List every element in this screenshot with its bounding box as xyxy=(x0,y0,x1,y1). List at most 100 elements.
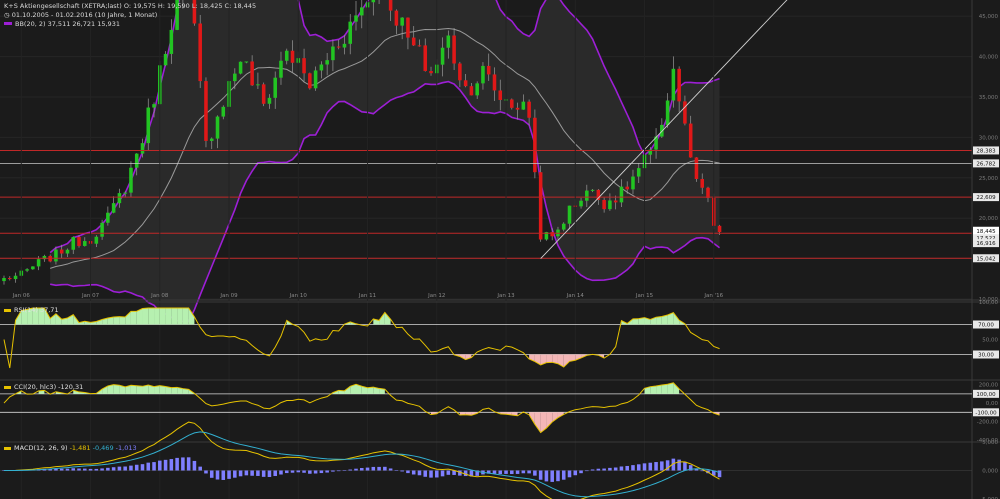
macd-hist-bar-38 xyxy=(221,470,226,480)
rsi-level-tag-1: 30,00 xyxy=(978,353,994,359)
candle-body-23 xyxy=(134,153,139,168)
candle-body-52 xyxy=(302,58,306,74)
macd-hist-bar-96 xyxy=(556,470,560,482)
macd-hist-bar-88 xyxy=(510,470,514,475)
macd-hist-bar-39 xyxy=(227,470,231,479)
candle-body-28 xyxy=(163,53,168,66)
candle-body-79 xyxy=(458,63,462,81)
candle-body-34 xyxy=(198,23,202,82)
macd-hist-bar-35 xyxy=(204,470,208,474)
candle-body-106 xyxy=(613,200,618,203)
candle-body-49 xyxy=(284,50,289,61)
macd-value-3: -1,013 xyxy=(115,444,137,452)
macd-hist-bar-47 xyxy=(273,470,277,477)
macd-hist-bar-60 xyxy=(348,469,353,471)
rsi-fill-pos-21 xyxy=(119,316,126,325)
rsi-fill-pos-23 xyxy=(130,311,137,325)
candle-body-45 xyxy=(261,84,266,104)
macd-hist-bar-46 xyxy=(267,470,272,478)
macd-hist-bar-19 xyxy=(111,467,116,471)
macd-hist-bar-29 xyxy=(169,459,174,471)
macd-hist-bar-24 xyxy=(140,464,145,471)
chart-title-line: K+S Aktiengesellschaft (XETRA;last) O: 1… xyxy=(4,2,256,11)
candle-body-41 xyxy=(238,61,243,74)
macd-hist-bar-53 xyxy=(308,470,312,474)
cci-legend: CCI(20, hlc3) -120,31 xyxy=(4,383,83,391)
candle-body-16 xyxy=(94,236,99,244)
candle-body-121 xyxy=(700,178,705,188)
time-tick-jan-09: Jan 09 xyxy=(219,293,238,299)
candle-body-44 xyxy=(256,84,260,86)
candle-body-98 xyxy=(567,205,572,224)
macd-hist-bar-86 xyxy=(498,470,503,475)
candle-body-77 xyxy=(446,35,451,48)
candle-body-62 xyxy=(359,7,364,16)
macd-hist-bar-74 xyxy=(429,470,433,478)
candle-body-107 xyxy=(619,186,624,203)
candle-body-4 xyxy=(25,269,29,271)
macd-hist-bar-104 xyxy=(602,468,606,471)
rsi-label: RSI(14) 37,71 xyxy=(14,306,59,314)
cci-fill-pos-23 xyxy=(130,385,137,394)
macd-hist-bar-102 xyxy=(590,469,595,471)
candle-body-92 xyxy=(533,117,537,173)
macd-hist-bar-89 xyxy=(515,470,520,474)
price-tick-25-000: 25,000 xyxy=(979,176,999,182)
macd-hist-bar-92 xyxy=(533,470,537,476)
candle-body-35 xyxy=(204,81,208,141)
price-tick-35-000: 35,000 xyxy=(979,95,999,101)
macd-hist-bar-70 xyxy=(406,470,410,474)
candle-body-115 xyxy=(665,100,670,125)
macd-hist-bar-37 xyxy=(215,470,220,480)
candle-body-80 xyxy=(463,80,468,87)
macd-hist-bar-52 xyxy=(302,470,306,473)
candle-body-42 xyxy=(244,61,249,63)
macd-value-2: -0,469 xyxy=(92,444,114,452)
macd-hist-bar-69 xyxy=(400,470,404,472)
macd-hist-bar-107 xyxy=(619,466,624,471)
candle-body-17 xyxy=(100,222,104,237)
candle-body-82 xyxy=(475,83,479,96)
macd-hist-bar-27 xyxy=(158,460,162,471)
macd-hist-bar-30 xyxy=(175,457,179,471)
macd-hist-bar-93 xyxy=(538,470,543,480)
rsi-fill-pos-28 xyxy=(159,308,166,325)
candle-body-100 xyxy=(579,200,583,207)
candle-body-46 xyxy=(267,97,272,104)
candle-body-20 xyxy=(117,193,122,204)
bb-swatch xyxy=(4,22,12,25)
macd-hist-bar-48 xyxy=(279,470,283,475)
time-tick-jan-06: Jan 06 xyxy=(12,293,31,299)
candle-body-101 xyxy=(585,190,589,201)
macd-tick-0-000: 0,000 xyxy=(982,469,998,475)
candle-body-43 xyxy=(250,61,254,86)
macd-hist-bar-61 xyxy=(354,468,358,471)
candle-body-108 xyxy=(625,186,629,190)
candle-body-9 xyxy=(54,249,58,262)
candle-body-71 xyxy=(411,37,416,46)
chart-title-text: K+S Aktiengesellschaft (XETRA;last) O: 1… xyxy=(4,2,257,10)
candle-body-70 xyxy=(406,17,410,38)
macd-hist-bar-75 xyxy=(435,470,439,478)
price-tag-22-609: 22,609 xyxy=(976,195,996,201)
cci-swatch xyxy=(4,385,11,389)
macd-hist-bar-87 xyxy=(504,470,508,474)
cci-fill-pos-64 xyxy=(367,387,374,394)
macd-hist-bar-109 xyxy=(631,465,635,471)
candle-body-91 xyxy=(527,101,531,118)
candle-body-88 xyxy=(510,99,514,108)
macd-hist-bar-73 xyxy=(423,470,428,477)
candle-body-2 xyxy=(13,275,18,280)
time-tick-jan-08: Jan 08 xyxy=(150,293,169,299)
macd-hist-bar-58 xyxy=(336,470,341,472)
rsi-fill-pos-20 xyxy=(113,316,120,325)
macd-hist-bar-124 xyxy=(717,470,722,478)
candle-body-81 xyxy=(469,86,474,96)
rsi-fill-neg-95 xyxy=(546,354,553,363)
macd-hist-bar-98 xyxy=(567,470,572,478)
rsi-level-tag-0: 70,00 xyxy=(978,323,994,329)
macd-hist-bar-40 xyxy=(233,470,237,478)
candle-body-26 xyxy=(152,104,156,108)
cci-fill-pos-30 xyxy=(171,387,178,394)
macd-hist-bar-77 xyxy=(446,470,451,475)
